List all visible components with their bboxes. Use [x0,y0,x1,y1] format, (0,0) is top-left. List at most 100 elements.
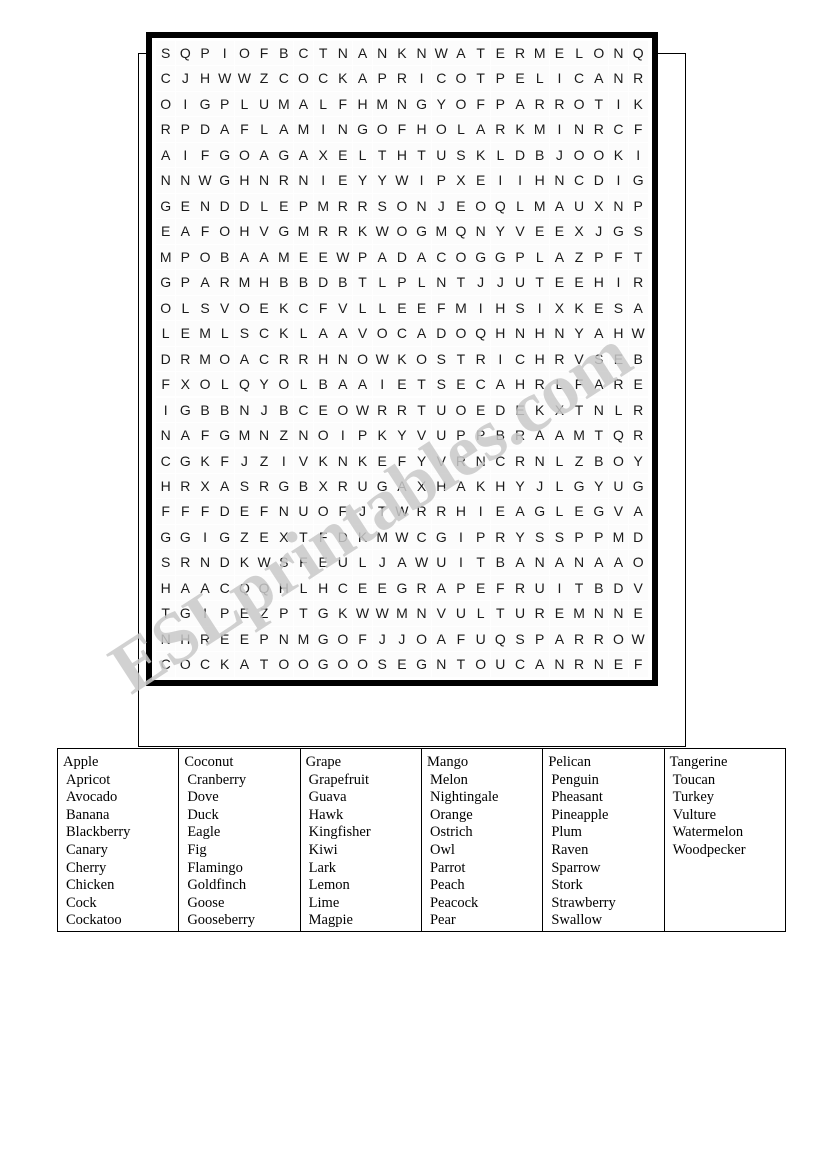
grid-letter: I [313,168,333,193]
grid-letter: O [451,321,471,346]
grid-letter: O [451,244,471,270]
grid-letter: Z [569,244,589,270]
grid-letter: T [254,652,274,677]
grid-letter: B [195,397,215,422]
grid-letter: F [471,91,491,117]
grid-letter: A [175,219,195,244]
grid-letter: G [175,448,195,473]
grid-letter: H [411,117,432,142]
grid-letter: F [628,117,648,142]
grid-letter: T [471,550,491,575]
grid-letter: Y [372,168,392,193]
grid-letter: T [451,652,471,677]
grid-letter: E [549,41,570,66]
grid-letter: R [175,473,195,499]
grid-letter: R [530,601,550,626]
grid-letter: R [431,499,451,524]
word-list-item: Apple [63,754,99,770]
grid-letter: Q [608,423,629,448]
grid-letter: E [175,321,195,346]
grid-letter: N [608,193,629,219]
grid-letter: G [274,219,294,244]
grid-letter: M [569,423,589,448]
word-list-item: Lime [308,894,340,911]
grid-letter: R [313,219,333,244]
grid-letter: N [333,448,353,473]
grid-letter: E [471,168,491,193]
grid-letter: O [411,346,432,372]
word-list-item: Vulture [672,806,717,823]
grid-letter: O [608,448,629,473]
grid-letter: T [589,423,609,448]
grid-letter: N [589,601,609,626]
grid-letter: T [293,601,314,626]
grid-row: LEMLSCKLAAVOCADOQHNHNYAHW [156,321,648,346]
grid-letter: I [471,295,491,321]
grid-letter: I [451,550,471,575]
grid-letter: H [234,219,255,244]
grid-letter: R [490,117,510,142]
grid-letter: F [608,244,629,270]
grid-letter: O [628,550,648,575]
grid-letter: I [333,423,353,448]
grid-letter: O [293,652,314,677]
grid-letter: S [589,346,609,372]
grid-letter: D [490,397,510,422]
grid-letter: E [510,66,530,91]
grid-letter: Y [352,168,373,193]
grid-letter: M [530,41,550,66]
grid-letter: G [431,524,451,550]
grid-letter: R [510,575,530,601]
grid-letter: T [372,142,392,168]
grid-letter: D [215,550,235,575]
grid-letter: P [471,524,491,550]
grid-letter: E [254,524,274,550]
grid-letter: G [628,473,648,499]
grid-letter: O [234,295,255,321]
grid-letter: K [608,142,629,168]
grid-letter: L [352,142,373,168]
grid-letter: L [530,244,550,270]
grid-letter: K [333,601,353,626]
word-list-item: Stork [551,877,583,894]
grid-letter: U [530,575,550,601]
word-list-column: Apple Apricot Avocado Banana Blackberry Canar… [58,749,180,931]
grid-letter: S [234,321,255,346]
grid-letter: S [156,550,176,575]
grid-letter: P [569,524,589,550]
grid-letter: O [195,244,215,270]
word-list-item: Banana [66,806,110,823]
grid-letter: I [372,372,392,397]
grid-letter: A [628,295,648,321]
grid-letter: J [530,473,550,499]
grid-letter: K [215,652,235,677]
grid-letter: N [608,66,629,91]
grid-letter: O [352,652,373,677]
grid-letter: C [313,66,333,91]
grid-letter: W [372,219,392,244]
grid-letter: H [530,346,550,372]
grid-letter: A [411,244,432,270]
grid-letter: H [589,270,609,295]
grid-letter: L [352,295,373,321]
grid-letter: N [274,499,294,524]
grid-letter: G [608,219,629,244]
grid-letter: Y [628,448,648,473]
grid-letter: R [411,575,432,601]
grid-letter: R [628,270,648,295]
grid-letter: N [471,448,491,473]
grid-letter: L [313,91,333,117]
grid-letter: E [608,346,629,372]
word-list-item: Melon [429,771,468,788]
grid-letter: V [569,346,589,372]
grid-letter: L [215,321,235,346]
grid-letter: K [313,448,333,473]
grid-letter: C [411,524,432,550]
grid-letter: K [392,346,412,372]
grid-letter: X [451,168,471,193]
grid-letter: O [274,372,294,397]
grid-letter: D [589,168,609,193]
grid-letter: T [411,372,432,397]
grid-letter: E [589,295,609,321]
grid-letter: N [411,41,432,66]
